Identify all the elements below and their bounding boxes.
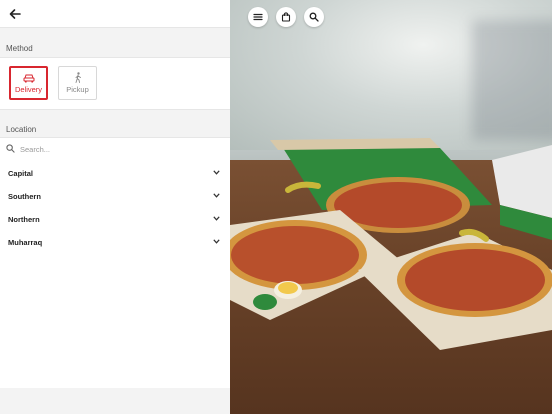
- location-panel: Method Delivery Pickup Location Search..…: [0, 0, 230, 414]
- search-icon: [309, 12, 319, 22]
- cart-button[interactable]: [276, 7, 296, 27]
- region-muharraq[interactable]: Muharraq: [0, 229, 230, 252]
- chevron-down-icon: [213, 216, 220, 221]
- region-label: Muharraq: [8, 238, 43, 247]
- shopping-bag-icon: [281, 12, 291, 22]
- search-icon: [6, 144, 15, 153]
- method-heading: Method: [6, 44, 33, 53]
- search-input[interactable]: [18, 141, 222, 158]
- region-label: Northern: [8, 215, 40, 224]
- region-label: Southern: [8, 192, 41, 201]
- method-selector: Delivery Pickup: [0, 57, 230, 110]
- delivery-option[interactable]: Delivery: [9, 66, 48, 100]
- back-button[interactable]: [7, 6, 23, 22]
- search-button[interactable]: [304, 7, 324, 27]
- menu-icon: [253, 13, 263, 21]
- region-capital[interactable]: Capital: [0, 160, 230, 183]
- region-list: Capital Southern Northern Muharraq: [0, 160, 230, 388]
- car-icon: [23, 74, 34, 83]
- region-southern[interactable]: Southern: [0, 183, 230, 206]
- region-label: Capital: [8, 169, 34, 178]
- hero-pizza-image: [230, 0, 552, 414]
- chevron-down-icon: [213, 170, 220, 175]
- pickup-option[interactable]: Pickup: [58, 66, 97, 100]
- pizza-illustration: [230, 138, 552, 350]
- top-bar: [0, 0, 230, 28]
- walking-person-icon: [75, 72, 81, 83]
- menu-button[interactable]: [248, 7, 268, 27]
- arrow-left-icon: [9, 9, 21, 19]
- delivery-label: Delivery: [14, 85, 43, 94]
- location-heading: Location: [6, 125, 37, 134]
- chevron-down-icon: [213, 193, 220, 198]
- pickup-label: Pickup: [66, 85, 89, 94]
- region-northern[interactable]: Northern: [0, 206, 230, 229]
- location-search: [0, 137, 230, 161]
- chevron-down-icon: [213, 239, 220, 244]
- panel-footer: [0, 389, 230, 414]
